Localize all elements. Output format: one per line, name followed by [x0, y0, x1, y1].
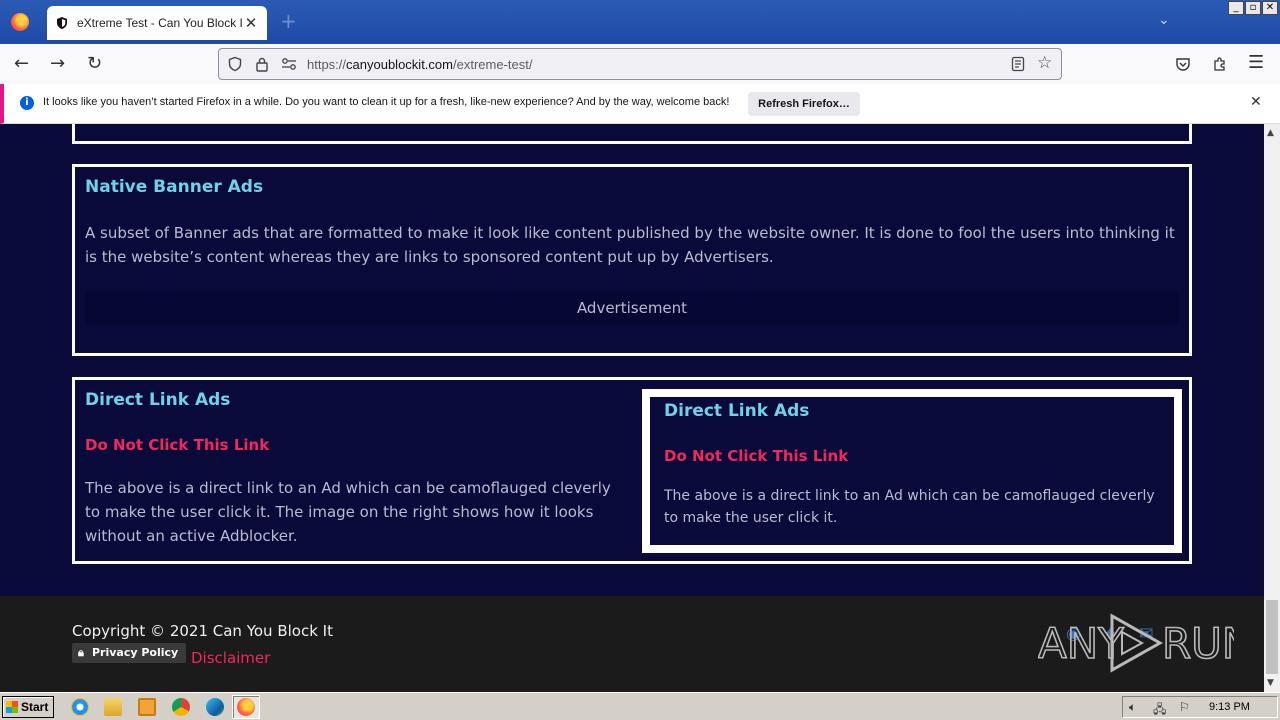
permissions-icon[interactable] — [281, 57, 297, 71]
reader-view-icon[interactable] — [1011, 56, 1025, 72]
anyrun-watermark-logo: ANY RUN — [1038, 613, 1234, 673]
pocket-icon[interactable] — [1175, 57, 1191, 72]
preview-description: The above is a direct link to an Ad whic… — [664, 488, 1155, 526]
privacy-policy-button[interactable]: 🔒︎ Privacy Policy — [72, 643, 187, 663]
firefox-taskbar-icon — [237, 698, 255, 716]
windows-taskbar: Start 🔈︎ 🖧 ⚐ 9:13 PM — [0, 692, 1280, 720]
taskbar-firefox-active[interactable] — [232, 695, 260, 719]
volume-icon[interactable]: 🔈︎ — [1129, 700, 1136, 715]
window-controls: _ ▫ ✕ — [1228, 1, 1278, 15]
action-center-flag-icon[interactable]: ⚐ — [1179, 700, 1190, 714]
start-label: Start — [21, 700, 49, 714]
info-icon: i — [20, 96, 34, 110]
media-player-icon[interactable] — [138, 698, 156, 716]
watermark-run: RUN — [1162, 619, 1234, 668]
url-scheme: https:// — [307, 57, 347, 72]
direct-link-heading: Direct Link Ads — [85, 390, 231, 410]
start-button[interactable]: Start — [2, 696, 54, 718]
taskbar-clock[interactable]: 9:13 PM — [1209, 701, 1250, 713]
tab-title: eXtreme Test - Can You Block It ? — [77, 16, 243, 30]
preview-link: Do Not Click This Link — [664, 447, 849, 465]
direct-link-description: The above is a direct link to an Ad whic… — [85, 479, 611, 545]
hamburger-menu-icon[interactable]: ☰ — [1248, 53, 1264, 73]
new-tab-icon[interactable]: + — [280, 9, 297, 33]
firefox-logo-icon[interactable] — [11, 13, 29, 31]
native-banner-description: A subset of Banner ads that are formatte… — [85, 224, 1175, 266]
url-path: /extreme-test/ — [452, 57, 533, 72]
page-scrollbar[interactable]: ▲ ▼ — [1264, 124, 1280, 692]
preview-heading: Direct Link Ads — [664, 401, 810, 421]
close-window-button[interactable]: ✕ — [1262, 1, 1278, 15]
windows-flag-icon — [6, 701, 18, 713]
navigation-toolbar: ← → ↻ https://canyoublockit.com/extreme-… — [0, 44, 1280, 84]
tracking-shield-icon[interactable] — [227, 56, 243, 72]
browser-titlebar: eXtreme Test - Can You Block It ? ✕ + ⌄ … — [0, 0, 1280, 44]
file-explorer-icon[interactable] — [104, 698, 122, 716]
extensions-puzzle-icon[interactable] — [1212, 56, 1228, 72]
site-shield-icon — [57, 17, 67, 29]
site-footer: Copyright © 2021 Can You Block It 🔒︎ Pri… — [0, 596, 1264, 692]
privacy-lock-icon: 🔒︎ — [78, 646, 84, 659]
url-text[interactable]: https://canyoublockit.com/extreme-test/ — [307, 57, 532, 72]
preview-inner: Direct Link Ads Do Not Click This Link T… — [650, 397, 1174, 545]
forward-arrow-icon[interactable]: → — [50, 54, 65, 74]
lock-icon[interactable] — [255, 56, 269, 72]
copyright-text: Copyright © 2021 Can You Block It — [72, 622, 333, 640]
bookmark-star-icon[interactable]: ☆ — [1037, 53, 1052, 73]
minimize-button[interactable]: _ — [1228, 1, 1244, 15]
network-icon[interactable]: 🖧 — [1153, 700, 1166, 720]
disclaimer-link[interactable]: Disclaimer — [191, 649, 270, 667]
internet-explorer-icon[interactable] — [71, 698, 89, 716]
scroll-up-arrow-icon[interactable]: ▲ — [1267, 128, 1274, 138]
direct-link-preview-image: Direct Link Ads Do Not Click This Link T… — [642, 389, 1182, 553]
native-banner-heading: Native Banner Ads — [85, 177, 264, 197]
url-host: canyoublockit.com — [346, 57, 453, 72]
chrome-icon[interactable] — [172, 698, 190, 716]
privacy-policy-label: Privacy Policy — [92, 646, 179, 659]
notification-bar: i It looks like you haven’t started Fire… — [0, 84, 1280, 124]
direct-link-section: Direct Link Ads Do Not Click This Link T… — [72, 377, 1192, 564]
notification-text: It looks like you haven’t started Firefo… — [43, 96, 730, 108]
reload-icon[interactable]: ↻ — [87, 54, 102, 74]
scroll-thumb[interactable] — [1266, 600, 1278, 674]
edge-icon[interactable] — [206, 698, 224, 716]
tab-extreme-test[interactable]: eXtreme Test - Can You Block It ? ✕ — [47, 6, 267, 40]
system-tray: 🔈︎ 🖧 ⚐ 9:13 PM — [1122, 696, 1278, 718]
advertisement-placeholder[interactable]: Advertisement — [85, 291, 1179, 325]
tab-close-icon[interactable]: ✕ — [243, 14, 259, 32]
refresh-firefox-button[interactable]: Refresh Firefox… — [748, 92, 860, 116]
do-not-click-link[interactable]: Do Not Click This Link — [85, 436, 269, 454]
url-bar[interactable]: https://canyoublockit.com/extreme-test/ … — [218, 48, 1062, 80]
page-viewport: Native Banner Ads A subset of Banner ads… — [0, 124, 1264, 692]
list-tabs-chevron-icon[interactable]: ⌄ — [1158, 12, 1170, 28]
previous-section-box — [72, 124, 1192, 144]
native-banner-section: Native Banner Ads A subset of Banner ads… — [72, 164, 1192, 356]
maximize-button[interactable]: ▫ — [1245, 1, 1261, 15]
back-arrow-icon[interactable]: ← — [14, 54, 29, 74]
notification-close-icon[interactable]: ✕ — [1250, 94, 1262, 110]
scroll-down-arrow-icon[interactable]: ▼ — [1267, 678, 1274, 688]
